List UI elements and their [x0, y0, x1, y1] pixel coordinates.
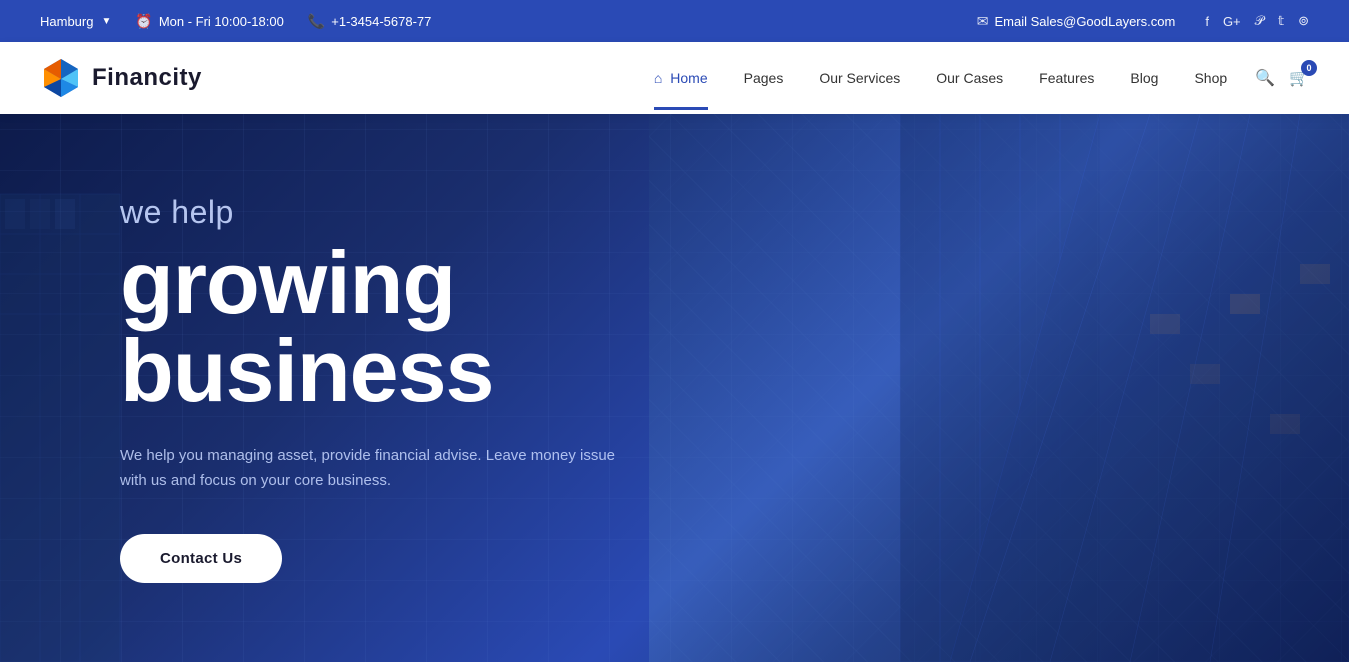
- hero-subtitle: we help: [120, 194, 660, 231]
- phone-item[interactable]: 📞 +1-3454-5678-77: [308, 13, 432, 30]
- logo[interactable]: Financity: [40, 57, 202, 99]
- nav-item-home[interactable]: ⌂ Home: [636, 46, 726, 110]
- hours-label: Mon - Fri 10:00-18:00: [159, 14, 284, 29]
- nav-item-features[interactable]: Features: [1021, 46, 1112, 110]
- logo-text: Financity: [92, 64, 202, 92]
- hours-item: ⏰ Mon - Fri 10:00-18:00: [135, 13, 283, 30]
- nav-item-blog[interactable]: Blog: [1112, 46, 1176, 110]
- twitter-icon[interactable]: 𝕥: [1278, 13, 1284, 29]
- pinterest-icon[interactable]: 𝒫: [1255, 13, 1264, 29]
- google-plus-icon[interactable]: G+: [1223, 14, 1241, 29]
- cart-badge: 0: [1301, 60, 1317, 76]
- nav-link-our-services[interactable]: Our Services: [801, 46, 918, 110]
- home-icon: ⌂: [654, 70, 662, 86]
- social-links: f G+ 𝒫 𝕥 ⊚: [1205, 13, 1309, 29]
- location-label: Hamburg: [40, 14, 93, 29]
- cart-wrapper[interactable]: 🛒 0: [1289, 68, 1309, 88]
- location-dropdown-icon: ▼: [101, 16, 111, 27]
- nav-link-shop[interactable]: Shop: [1176, 46, 1245, 110]
- hero-description: We help you managing asset, provide fina…: [120, 443, 640, 494]
- nav-link-features[interactable]: Features: [1021, 46, 1112, 110]
- location-item[interactable]: Hamburg ▼: [40, 14, 111, 29]
- navbar: Financity ⌂ Home Pages Our Services Our …: [0, 42, 1349, 114]
- nav-link-pages[interactable]: Pages: [726, 46, 802, 110]
- email-icon: ✉: [977, 13, 989, 30]
- contact-us-button[interactable]: Contact Us: [120, 534, 282, 583]
- nav-item-our-services[interactable]: Our Services: [801, 46, 918, 110]
- nav-item-our-cases[interactable]: Our Cases: [918, 46, 1021, 110]
- nav-actions: 🔍 🛒 0: [1255, 68, 1309, 88]
- search-icon[interactable]: 🔍: [1255, 68, 1275, 88]
- phone-label: +1-3454-5678-77: [331, 14, 431, 29]
- nav-link-blog[interactable]: Blog: [1112, 46, 1176, 110]
- instagram-icon[interactable]: ⊚: [1298, 13, 1309, 29]
- hero-title: growing business: [120, 239, 660, 415]
- phone-icon: 📞: [308, 13, 325, 30]
- top-bar-left: Hamburg ▼ ⏰ Mon - Fri 10:00-18:00 📞 +1-3…: [40, 13, 947, 30]
- facebook-icon[interactable]: f: [1205, 14, 1209, 29]
- nav-item-shop[interactable]: Shop: [1176, 46, 1245, 110]
- logo-icon: [40, 57, 82, 99]
- nav-link-home[interactable]: ⌂ Home: [636, 46, 726, 110]
- clock-icon: ⏰: [135, 13, 152, 30]
- top-bar: Hamburg ▼ ⏰ Mon - Fri 10:00-18:00 📞 +1-3…: [0, 0, 1349, 42]
- nav-links: ⌂ Home Pages Our Services Our Cases Feat…: [636, 46, 1245, 110]
- hero-section: we help growing business We help you man…: [0, 114, 1349, 662]
- email-label: Email Sales@GoodLayers.com: [994, 14, 1175, 29]
- nav-item-pages[interactable]: Pages: [726, 46, 802, 110]
- email-item[interactable]: ✉ Email Sales@GoodLayers.com: [977, 13, 1176, 30]
- nav-link-our-cases[interactable]: Our Cases: [918, 46, 1021, 110]
- hero-content: we help growing business We help you man…: [0, 194, 780, 583]
